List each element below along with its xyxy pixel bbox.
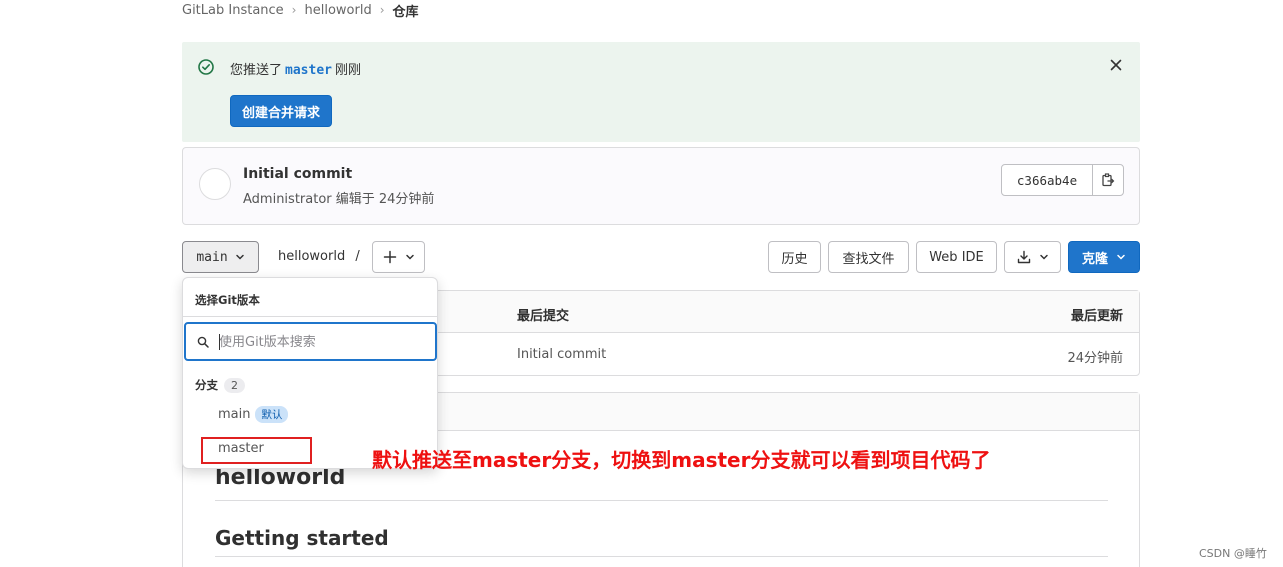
clone-button[interactable]: 克隆 xyxy=(1068,241,1140,273)
column-last-update: 最后更新 xyxy=(1070,309,1123,324)
create-merge-request-button[interactable]: 创建合并请求 xyxy=(230,95,333,127)
chevron-down-icon xyxy=(1039,252,1049,262)
breadcrumb-current: 仓库 xyxy=(392,4,419,20)
chevron-right-icon: › xyxy=(291,3,297,17)
find-file-button[interactable]: 查找文件 xyxy=(828,241,909,273)
check-circle-icon xyxy=(198,59,214,75)
breadcrumb-project[interactable]: helloworld xyxy=(304,3,371,18)
ref-search-field[interactable] xyxy=(184,322,437,361)
web-ide-button[interactable]: Web IDE xyxy=(916,241,997,273)
readme-subtitle: Getting started xyxy=(215,526,389,550)
repo-path-root[interactable]: helloworld xyxy=(278,249,345,264)
search-icon xyxy=(197,336,209,348)
branch-label: main xyxy=(218,407,251,422)
text-cursor xyxy=(219,334,220,350)
last-commit-panel: Initial commit Administrator 编辑于 24分钟前 c… xyxy=(182,147,1140,225)
chevron-down-icon xyxy=(405,252,415,262)
column-last-commit: 最后提交 xyxy=(517,309,570,324)
annotation-text: 默认推送至master分支，切换到master分支就可以看到项目代码了 xyxy=(372,448,991,472)
add-to-tree-button[interactable] xyxy=(372,241,425,273)
breadcrumb: GitLab Instance › helloworld › 仓库 xyxy=(182,2,419,20)
avatar[interactable] xyxy=(199,168,231,200)
chevron-right-icon: › xyxy=(379,3,385,17)
history-button[interactable]: 历史 xyxy=(768,241,821,273)
push-alert: 您推送了 master 刚刚 创建合并请求 xyxy=(182,42,1140,142)
commit-title[interactable]: Initial commit xyxy=(243,166,352,182)
row-last-commit[interactable]: Initial commit xyxy=(517,347,606,362)
ref-selector-label: main xyxy=(196,249,228,265)
alert-suffix: 刚刚 xyxy=(334,63,361,78)
copy-icon xyxy=(1101,173,1115,187)
branches-section-header: 分支 2 xyxy=(195,377,245,393)
clone-label: 克隆 xyxy=(1081,251,1108,267)
dropdown-item-main[interactable]: main 默认 xyxy=(218,406,289,423)
alert-prefix: 您推送了 xyxy=(230,63,283,78)
copy-sha-button[interactable] xyxy=(1092,164,1124,196)
download-button[interactable] xyxy=(1004,241,1061,273)
ref-search-input[interactable] xyxy=(219,332,419,352)
branches-count-badge: 2 xyxy=(224,377,245,393)
commit-sha[interactable]: c366ab4e xyxy=(1001,164,1093,196)
divider xyxy=(215,556,1108,557)
alert-branch[interactable]: master xyxy=(285,63,332,78)
watermark: CSDN @睡竹 xyxy=(1199,547,1267,560)
download-icon xyxy=(1017,250,1031,264)
divider xyxy=(183,316,437,317)
divider xyxy=(215,500,1108,501)
commit-meta: Administrator 编辑于 24分钟前 xyxy=(243,192,435,207)
alert-message: 您推送了 master 刚刚 xyxy=(230,59,361,78)
breadcrumb-root[interactable]: GitLab Instance xyxy=(182,3,284,18)
repo-path: helloworld / xyxy=(278,249,360,264)
close-icon[interactable] xyxy=(1108,57,1124,73)
branches-label: 分支 xyxy=(195,378,218,392)
ref-selector-button[interactable]: main xyxy=(182,241,259,273)
chevron-down-icon xyxy=(235,252,245,262)
path-separator: / xyxy=(355,249,360,264)
dropdown-title: 选择Git版本 xyxy=(195,293,260,307)
default-badge: 默认 xyxy=(255,406,289,423)
row-last-update: 24分钟前 xyxy=(1067,351,1123,366)
highlight-box xyxy=(201,437,312,464)
chevron-down-icon xyxy=(1116,252,1126,262)
plus-icon xyxy=(383,250,397,264)
